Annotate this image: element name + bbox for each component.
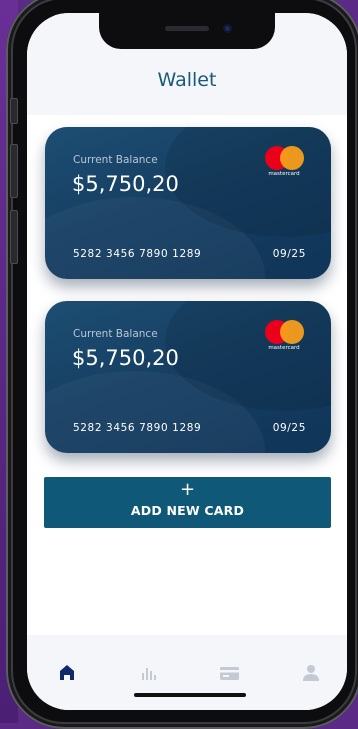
speaker <box>165 26 209 31</box>
tab-profile[interactable] <box>293 658 329 688</box>
plus-icon: + <box>179 479 196 500</box>
wallet-card[interactable]: Current Balance $5,750,20 mastercard 528… <box>45 127 331 279</box>
home-icon <box>60 665 74 680</box>
card-expiry: 09/25 <box>272 422 306 434</box>
card-brand: mastercard <box>268 171 300 177</box>
wallet-card[interactable]: Current Balance $5,750,20 mastercard 528… <box>45 301 331 453</box>
card-number: 5282 3456 7890 1289 <box>73 248 202 260</box>
tab-bar <box>27 635 347 710</box>
card-expiry: 09/25 <box>272 248 306 260</box>
balance-label: Current Balance <box>73 328 158 340</box>
tab-cards[interactable] <box>211 658 247 688</box>
mastercard-logo: mastercard <box>262 146 306 180</box>
volume-down-button <box>10 210 18 264</box>
page-title: Wallet <box>157 69 217 91</box>
notch <box>99 13 275 49</box>
balance-label: Current Balance <box>73 154 158 166</box>
mute-switch <box>10 98 18 124</box>
add-new-card-button[interactable]: + ADD NEW CARD <box>44 477 331 528</box>
home-indicator[interactable] <box>134 693 246 697</box>
balance-amount: $5,750,20 <box>72 346 179 370</box>
front-camera <box>223 24 232 33</box>
tab-home[interactable] <box>49 658 85 688</box>
screen: Wallet Current Balance $5,750,20 masterc… <box>27 13 347 710</box>
card-icon <box>220 667 239 680</box>
stats-icon <box>142 668 156 680</box>
volume-up-button <box>10 144 18 198</box>
balance-amount: $5,750,20 <box>72 172 179 196</box>
add-new-card-label: ADD NEW CARD <box>130 503 245 518</box>
mastercard-logo: mastercard <box>262 320 306 354</box>
card-number: 5282 3456 7890 1289 <box>73 422 202 434</box>
card-brand: mastercard <box>268 345 300 351</box>
profile-icon <box>303 665 319 681</box>
tab-stats[interactable] <box>130 658 166 688</box>
